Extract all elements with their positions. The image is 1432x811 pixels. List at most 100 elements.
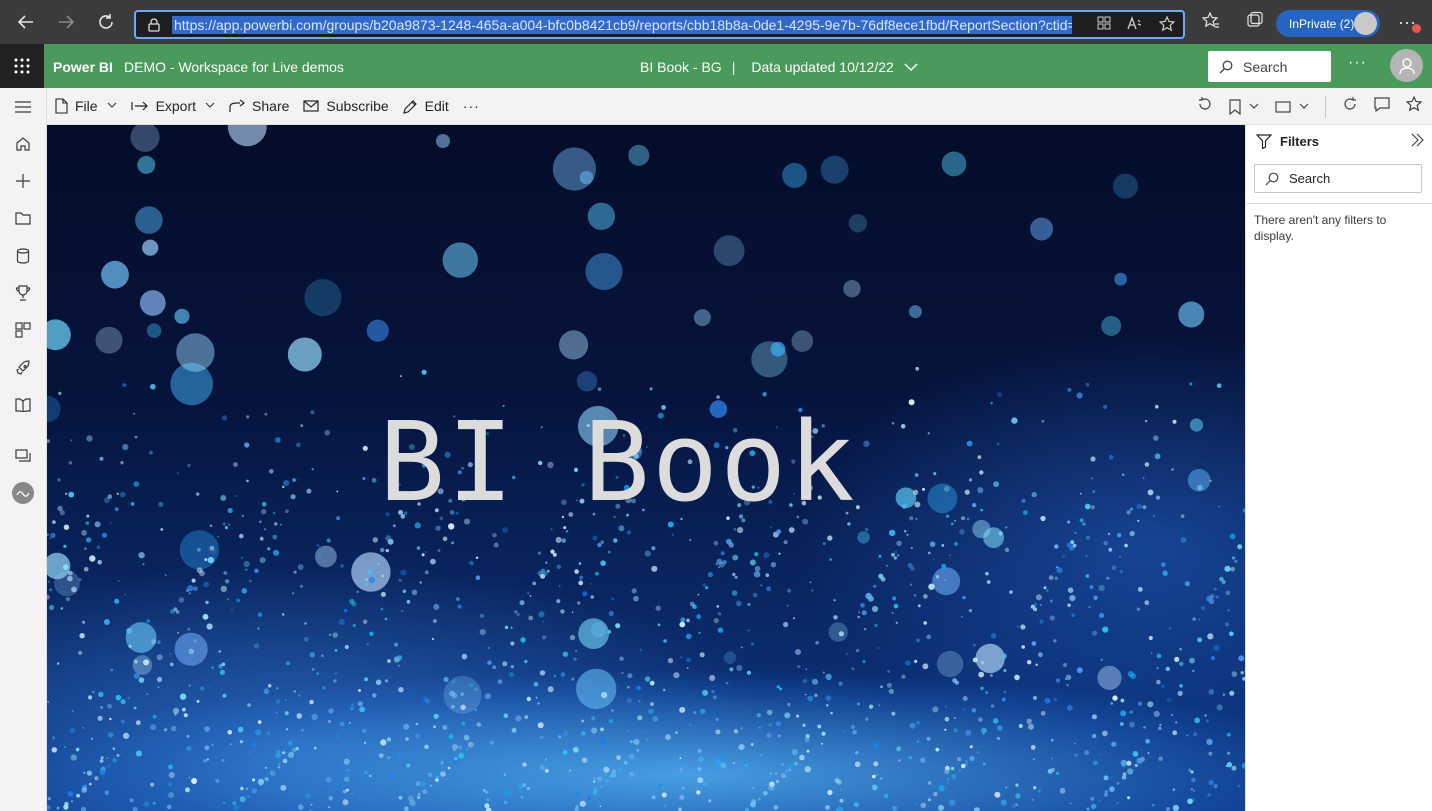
arrow-left-icon: [17, 15, 33, 29]
person-icon: [1398, 57, 1415, 74]
favorites-icon[interactable]: [1201, 11, 1220, 34]
header-search-box[interactable]: Search: [1208, 51, 1331, 82]
nav-goals[interactable]: [12, 282, 34, 304]
nav-home[interactable]: [12, 133, 34, 155]
browser-actions: [1196, 0, 1264, 44]
filter-icon: [1256, 134, 1272, 149]
read-aloud-icon[interactable]: [1127, 16, 1143, 35]
home-icon: [16, 137, 30, 151]
hamburger-icon: [15, 101, 31, 113]
address-bar[interactable]: https://app.powerbi.com/groups/b20a9873-…: [134, 10, 1185, 39]
collections-icon[interactable]: [1246, 11, 1264, 34]
app-root: https://app.powerbi.com/groups/b20a9873-…: [0, 0, 1432, 811]
filters-header: Filters: [1256, 134, 1319, 149]
file-menu-button[interactable]: File: [55, 98, 117, 114]
notification-badge: [1412, 24, 1421, 33]
workspace-avatar-icon: [12, 482, 34, 504]
search-icon: [1265, 172, 1279, 185]
reset-icon[interactable]: [1197, 96, 1213, 117]
inprivate-label: InPrivate (2): [1289, 16, 1355, 31]
data-updated-label: Data updated 10/12/22: [751, 59, 894, 75]
filters-search-placeholder: Search: [1289, 171, 1331, 186]
brand-name[interactable]: Power BI: [53, 59, 113, 75]
trophy-icon: [15, 285, 31, 301]
file-icon: [55, 98, 68, 114]
title-separator: |: [731, 59, 736, 75]
report-title-bar[interactable]: BI Book - BG | Data updated 10/12/22: [640, 59, 918, 75]
nav-data-hub[interactable]: [12, 245, 34, 267]
filters-pane: Filters Search There aren't any filters …: [1245, 125, 1432, 811]
report-canvas[interactable]: BI Book: [47, 125, 1245, 811]
report-toolbar: File Export Share Subscribe Edit ···: [47, 88, 1432, 125]
more-icon: ···: [462, 98, 480, 114]
pencil-icon: [402, 99, 417, 114]
subscribe-button[interactable]: Subscribe: [303, 98, 389, 114]
nav-workspaces[interactable]: [12, 445, 34, 467]
share-label: Share: [252, 98, 290, 114]
export-menu-button[interactable]: Export: [130, 98, 215, 114]
refresh-visuals-icon[interactable]: [1342, 96, 1358, 117]
edit-label: Edit: [424, 98, 449, 114]
add-favorite-icon[interactable]: [1158, 15, 1176, 35]
browser-toolbar: https://app.powerbi.com/groups/b20a9873-…: [0, 0, 1432, 44]
browser-menu-button[interactable]: ···: [1398, 12, 1421, 33]
refresh-icon: [99, 14, 113, 29]
workspace-name[interactable]: DEMO - Workspace for Live demos: [124, 59, 344, 75]
header-more-button[interactable]: ···: [1348, 54, 1367, 72]
export-icon: [130, 101, 148, 111]
bookmark-menu-button[interactable]: [1229, 98, 1259, 115]
export-label: Export: [155, 98, 197, 114]
edit-button[interactable]: Edit: [402, 98, 449, 114]
filters-empty-message: There aren't any filters to display.: [1254, 213, 1387, 243]
back-button[interactable]: [6, 0, 46, 44]
nav-create[interactable]: [12, 170, 34, 192]
apps-icon[interactable]: [1097, 16, 1111, 35]
filters-search-box[interactable]: Search: [1254, 164, 1422, 193]
hamburger-menu-button[interactable]: [12, 96, 34, 118]
subscribe-label: Subscribe: [326, 98, 389, 114]
forward-button[interactable]: [46, 0, 86, 44]
toolbar-more-button[interactable]: ···: [463, 98, 480, 114]
favorite-star-icon[interactable]: [1405, 95, 1423, 117]
waffle-icon: [14, 58, 30, 74]
filters-divider: [1246, 203, 1432, 204]
nav-learn[interactable]: [12, 394, 34, 416]
double-chevron-right-icon: [1411, 133, 1424, 147]
rocket-icon: [16, 360, 30, 375]
report-title-text: BI Book: [379, 398, 857, 526]
folder-icon: [15, 212, 31, 225]
collapse-filters-button[interactable]: [1410, 133, 1424, 150]
view-icon: [1275, 100, 1291, 113]
inprivate-profile-button[interactable]: InPrivate (2): [1276, 10, 1380, 37]
left-nav-rail: [0, 88, 47, 811]
bookmark-icon: [1229, 98, 1241, 115]
apps-grid-icon: [15, 322, 31, 338]
toolbar-separator: [1325, 95, 1326, 118]
report-name: BI Book - BG: [640, 59, 722, 75]
database-icon: [16, 248, 30, 264]
nav-apps[interactable]: [12, 319, 34, 341]
arrow-right-icon: [59, 15, 75, 29]
share-icon: [229, 99, 246, 112]
url-text[interactable]: https://app.powerbi.com/groups/b20a9873-…: [172, 15, 1072, 34]
refresh-button[interactable]: [86, 0, 126, 44]
toolbar-right-actions: [1197, 88, 1423, 125]
chevron-down-icon: [1249, 103, 1259, 109]
address-bar-actions: [1097, 15, 1176, 35]
powerbi-header: Power BI DEMO - Workspace for Live demos…: [0, 44, 1432, 88]
comment-icon[interactable]: [1374, 96, 1390, 117]
nav-deployment[interactable]: [12, 357, 34, 379]
chevron-down-icon: [1299, 103, 1309, 109]
view-menu-button[interactable]: [1275, 100, 1309, 113]
nav-browse[interactable]: [12, 207, 34, 229]
workspaces-icon: [15, 449, 31, 462]
header-search-placeholder: Search: [1243, 58, 1288, 75]
chevron-down-icon: [904, 63, 918, 72]
lock-icon: [136, 17, 172, 32]
share-button[interactable]: Share: [229, 98, 289, 114]
file-label: File: [75, 98, 98, 114]
account-avatar[interactable]: [1390, 49, 1423, 82]
nav-current-workspace[interactable]: [12, 482, 34, 504]
app-launcher-button[interactable]: [0, 44, 44, 88]
chevron-down-icon: [107, 101, 117, 112]
